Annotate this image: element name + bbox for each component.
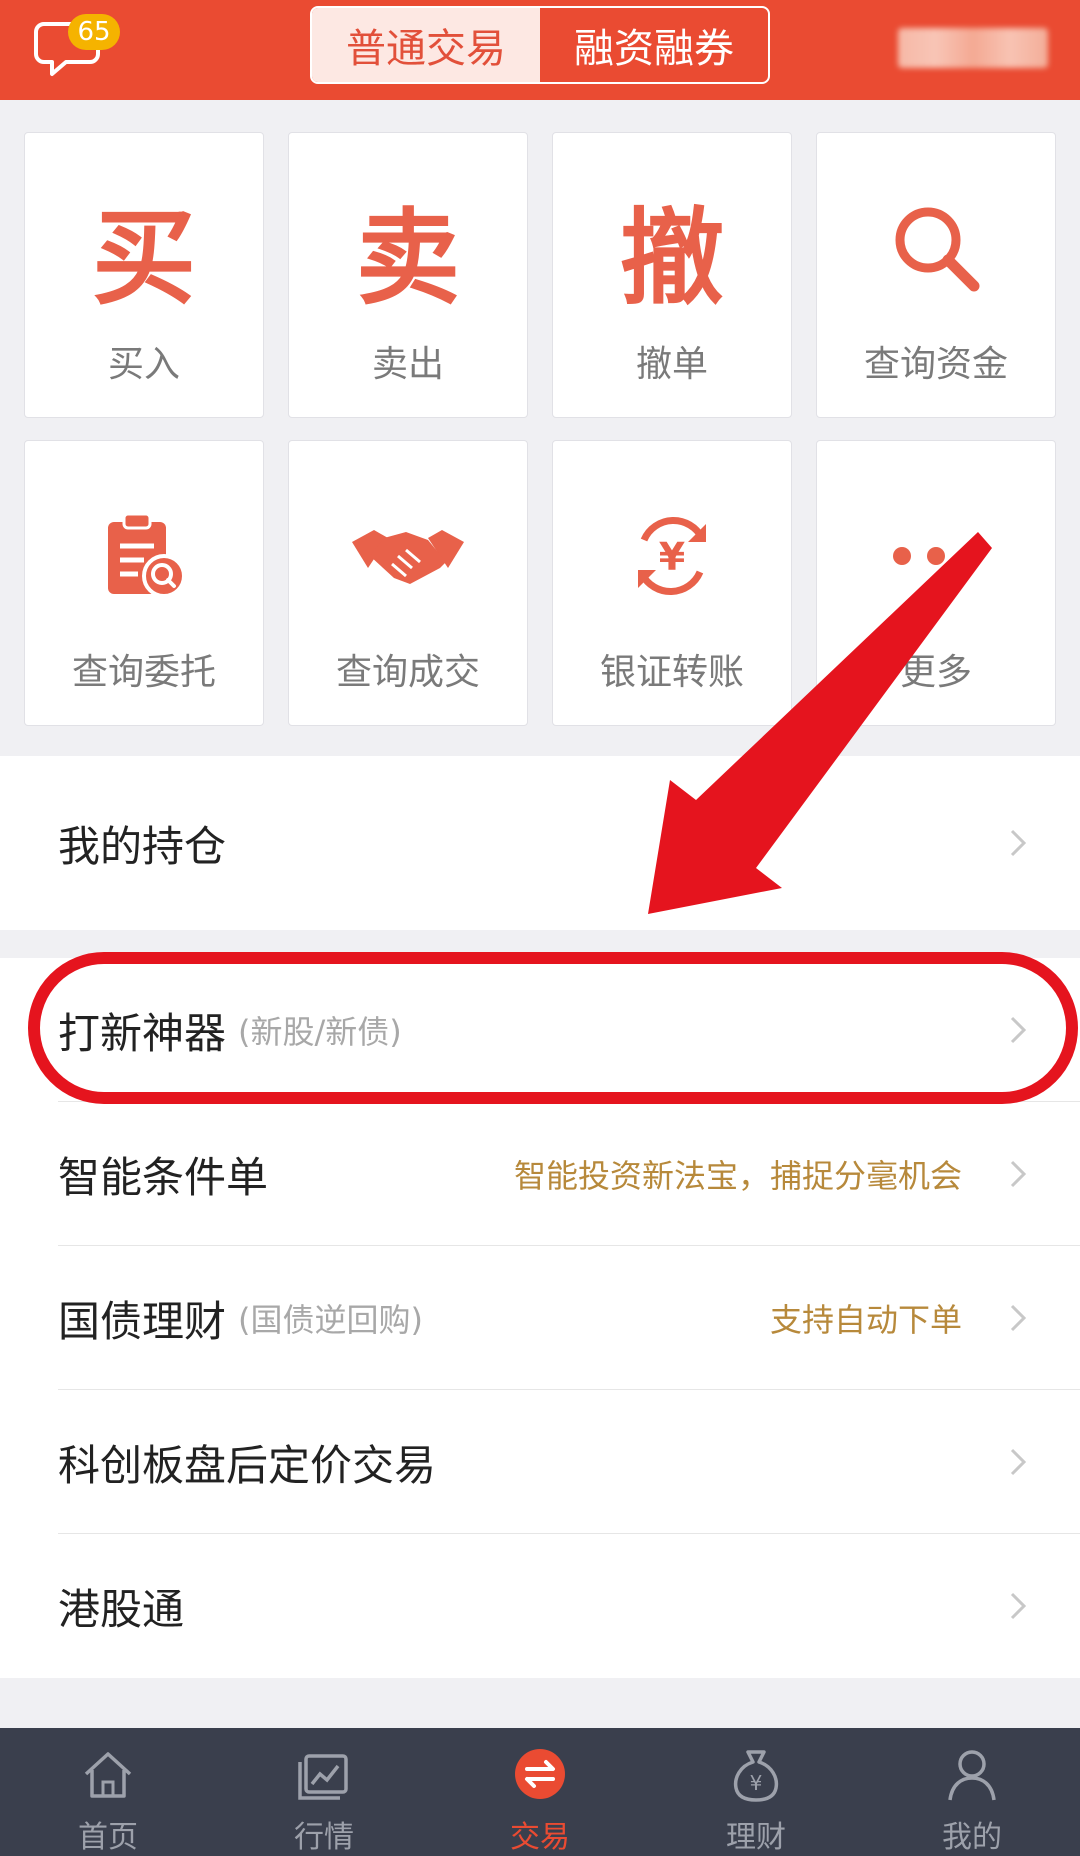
grid-label: 查询委托 bbox=[71, 652, 216, 693]
list-item-ipo[interactable]: 打新神器 (新股/新债) bbox=[0, 958, 1080, 1102]
holdings-section: 我的持仓 bbox=[0, 756, 1080, 930]
holdings-title: 我的持仓 bbox=[58, 821, 227, 871]
grid-label: 买入 bbox=[107, 344, 180, 385]
nav-profile[interactable]: 我的 bbox=[864, 1728, 1080, 1856]
grid-label: 卖出 bbox=[371, 344, 444, 385]
money-bag-icon: ¥ bbox=[733, 1750, 779, 1802]
clipboard-search-icon bbox=[108, 512, 186, 598]
grid-more[interactable]: 更多 bbox=[816, 440, 1056, 726]
chevron-right-icon bbox=[1010, 1016, 1027, 1044]
star-market-title: 科创板盘后定价交易 bbox=[58, 1440, 437, 1490]
treasury-subtitle: (国债逆回购) bbox=[238, 1301, 423, 1339]
nav-label: 我的 bbox=[942, 1820, 1002, 1855]
list-item-holdings[interactable]: 我的持仓 bbox=[0, 756, 1080, 930]
grid-query-funds[interactable]: 查询资金 bbox=[816, 132, 1056, 418]
nav-label: 交易 bbox=[510, 1820, 570, 1855]
nav-label: 首页 bbox=[78, 1820, 138, 1855]
ipo-subtitle: (新股/新债) bbox=[238, 1013, 402, 1051]
svg-text:¥: ¥ bbox=[750, 1771, 763, 1795]
account-info-redacted bbox=[898, 28, 1048, 68]
grid-label: 撤单 bbox=[635, 344, 708, 385]
treasury-title: 国债理财 (国债逆回购) bbox=[58, 1296, 423, 1346]
list-item-smart-order[interactable]: 智能条件单 智能投资新法宝，捕捉分毫机会 bbox=[0, 1102, 1080, 1246]
bottom-nav: 首页 行情 交易 ¥ 理财 我的 bbox=[0, 1728, 1080, 1856]
nav-home[interactable]: 首页 bbox=[0, 1728, 216, 1856]
smart-order-note: 智能投资新法宝，捕捉分毫机会 bbox=[513, 1157, 962, 1195]
svg-text:¥: ¥ bbox=[659, 535, 685, 579]
function-grid: 买 买入 卖 卖出 撤 撤单 查询资金 查询委托 查询成交 ¥ 银证转账 更多 bbox=[24, 132, 1058, 726]
tab-normal-trade[interactable]: 普通交易 bbox=[312, 8, 540, 82]
chevron-right-icon bbox=[1010, 1160, 1027, 1188]
grid-query-trades[interactable]: 查询成交 bbox=[288, 440, 528, 726]
grid-query-orders[interactable]: 查询委托 bbox=[24, 440, 264, 726]
grid-sell[interactable]: 卖 卖出 bbox=[288, 132, 528, 418]
buy-glyph-icon: 买 bbox=[91, 195, 196, 319]
grid-cancel-order[interactable]: 撤 撤单 bbox=[552, 132, 792, 418]
trade-mode-switch: 普通交易 融资融券 bbox=[310, 6, 770, 84]
chevron-right-icon bbox=[1010, 1448, 1027, 1476]
message-count-badge: 65 bbox=[68, 14, 120, 50]
chevron-right-icon bbox=[1010, 829, 1027, 857]
grid-label: 更多 bbox=[899, 652, 972, 693]
grid-label: 查询成交 bbox=[335, 652, 480, 693]
grid-label: 查询资金 bbox=[863, 344, 1008, 385]
yen-exchange-icon: ¥ bbox=[638, 517, 706, 595]
treasury-note: 支持自动下单 bbox=[769, 1301, 962, 1339]
nav-trade[interactable]: 交易 bbox=[432, 1728, 648, 1856]
messages-button[interactable]: 65 bbox=[34, 14, 124, 86]
nav-market[interactable]: 行情 bbox=[216, 1728, 432, 1856]
ipo-title: 打新神器 (新股/新债) bbox=[58, 1008, 402, 1058]
list-item-hk-connect[interactable]: 港股通 bbox=[0, 1534, 1080, 1678]
list-item-treasury[interactable]: 国债理财 (国债逆回购) 支持自动下单 bbox=[0, 1246, 1080, 1390]
list-item-star-market[interactable]: 科创板盘后定价交易 bbox=[0, 1390, 1080, 1534]
tab-margin-trade[interactable]: 融资融券 bbox=[540, 8, 768, 82]
grid-label: 银证转账 bbox=[599, 652, 744, 693]
exchange-icon bbox=[515, 1749, 565, 1799]
search-icon bbox=[895, 207, 980, 292]
features-section: 打新神器 (新股/新债) 智能条件单 智能投资新法宝，捕捉分毫机会 国债理财 (国债… bbox=[0, 958, 1080, 1678]
sell-glyph-icon: 卖 bbox=[355, 195, 460, 319]
grid-bank-transfer[interactable]: ¥ 银证转账 bbox=[552, 440, 792, 726]
top-header: 65 普通交易 融资融券 bbox=[0, 0, 1080, 100]
smart-order-title: 智能条件单 bbox=[58, 1152, 269, 1202]
user-icon bbox=[948, 1750, 996, 1801]
chevron-right-icon bbox=[1010, 1304, 1027, 1332]
hk-connect-title: 港股通 bbox=[58, 1584, 185, 1634]
nav-label: 行情 bbox=[294, 1820, 354, 1855]
nav-wealth[interactable]: ¥ 理财 bbox=[648, 1728, 864, 1856]
nav-label: 理财 bbox=[726, 1820, 786, 1855]
home-icon bbox=[84, 1752, 132, 1798]
handshake-icon bbox=[352, 530, 464, 584]
grid-buy[interactable]: 买 买入 bbox=[24, 132, 264, 418]
cancel-glyph-icon: 撤 bbox=[619, 195, 724, 319]
chart-icon bbox=[298, 1754, 348, 1800]
chevron-right-icon bbox=[1010, 1592, 1027, 1620]
more-dots-icon bbox=[893, 547, 979, 565]
